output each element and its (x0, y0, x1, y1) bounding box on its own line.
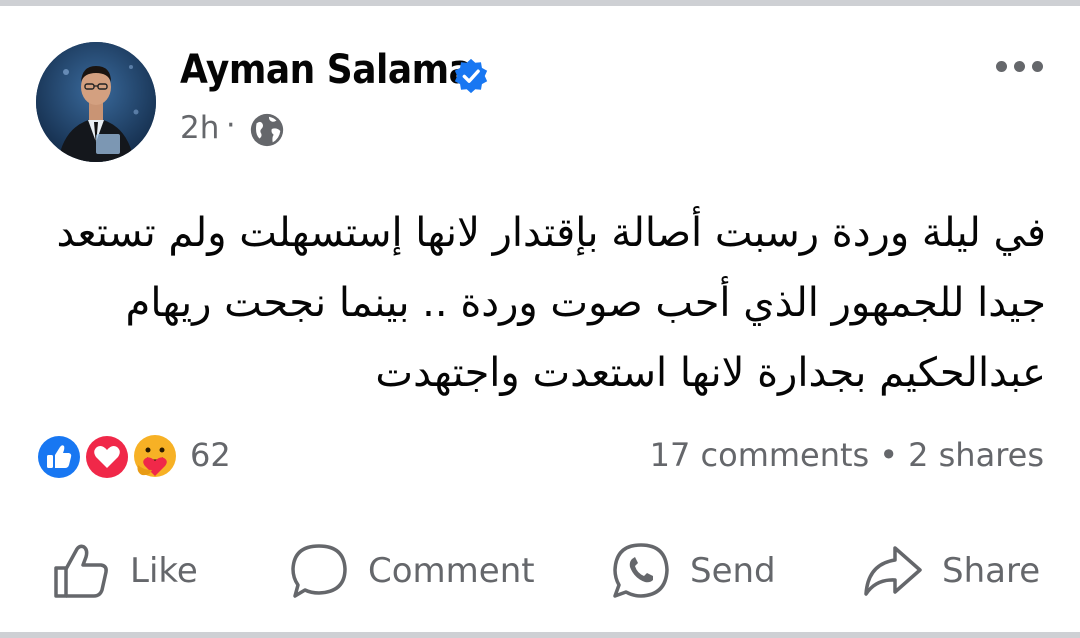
comment-bubble-icon (291, 544, 347, 598)
share-button[interactable]: Share (862, 538, 1040, 604)
comment-button[interactable]: Comment (288, 538, 535, 604)
comments-count[interactable]: 17 comments (650, 436, 870, 474)
reaction-count[interactable]: 62 (190, 436, 231, 474)
send-button[interactable]: Send (610, 538, 776, 604)
love-reaction-icon (83, 433, 131, 481)
post-text: في ليلة وردة رسبت أصالة بإقتدار لانها إس… (30, 198, 1046, 408)
post-text-line: عبدالحكيم بجدارة لانها استعدت واجتهدت (375, 350, 1046, 396)
post-stats: 17 comments • 2 shares (650, 436, 1044, 474)
more-dot (1031, 60, 1043, 72)
top-divider (0, 0, 1080, 6)
send-label: Send (690, 551, 776, 591)
like-label: Like (130, 551, 198, 591)
comment-label: Comment (368, 551, 535, 591)
verified-badge-icon (454, 58, 488, 94)
more-dot (1013, 60, 1025, 72)
like-reaction-icon (35, 433, 83, 481)
globe-icon[interactable] (248, 111, 286, 149)
whatsapp-icon (613, 543, 669, 598)
share-arrow-icon (864, 546, 922, 596)
care-reaction-icon (131, 433, 179, 481)
share-label: Share (942, 551, 1041, 591)
meta-separator: · (226, 108, 236, 143)
post-text-line: في ليلة وردة رسبت أصالة بإقتدار لانها إس… (56, 210, 1046, 256)
author-avatar[interactable] (36, 42, 156, 162)
more-dot (995, 60, 1007, 72)
shares-count[interactable]: 2 shares (908, 436, 1044, 474)
bottom-divider (0, 632, 1080, 638)
post-text-line: جيدا للجمهور الذي أحب صوت وردة .. بينما … (125, 280, 1046, 326)
post-timestamp[interactable]: 2h (180, 110, 219, 146)
avatar-photo (36, 42, 156, 162)
thumbs-up-icon (54, 544, 108, 598)
like-button[interactable]: Like (50, 538, 198, 604)
author-name[interactable]: Ayman Salama (180, 47, 473, 93)
more-options-button[interactable] (986, 46, 1052, 86)
stats-separator: • (879, 436, 899, 474)
